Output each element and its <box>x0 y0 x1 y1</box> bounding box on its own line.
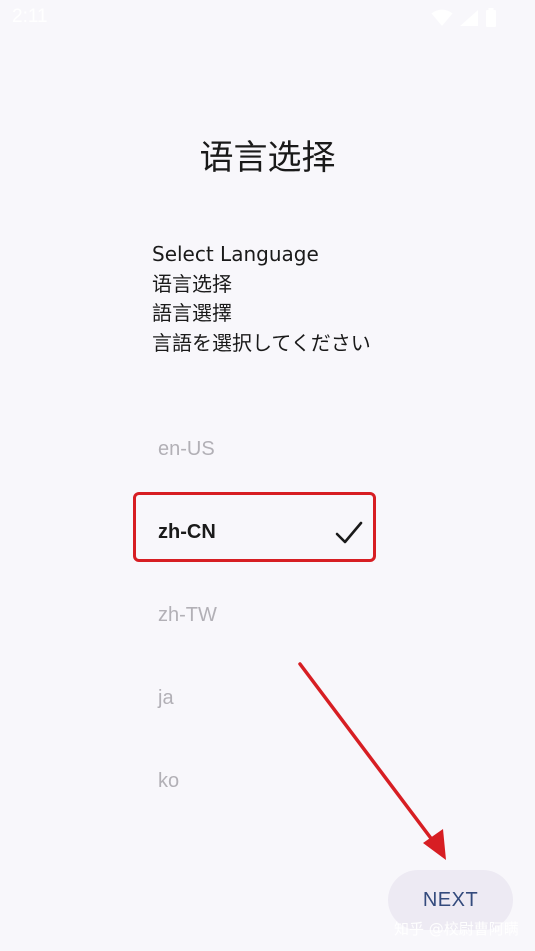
language-prompt: Select Language 语言选择 語言選擇 言語を選択してください <box>152 240 371 358</box>
wifi-icon <box>431 9 453 26</box>
prompt-line-japanese: 言語を選択してください <box>152 330 371 355</box>
language-label: zh-TW <box>158 604 217 626</box>
selection-highlight-annotation <box>133 492 376 562</box>
language-option-zh-tw[interactable]: zh-TW <box>132 574 377 657</box>
status-bar: 2:11 <box>0 0 535 36</box>
language-option-ja[interactable]: ja <box>132 657 377 740</box>
language-option-ko[interactable]: ko <box>132 740 377 823</box>
watermark: 知乎 @校尉曹阿瞒 <box>394 920 519 938</box>
signal-icon <box>460 10 478 26</box>
status-icons <box>431 8 497 28</box>
language-option-en-us[interactable]: en-US <box>132 408 377 491</box>
language-label: en-US <box>158 438 215 460</box>
page-title: 语言选择 <box>199 138 336 178</box>
battery-icon <box>486 8 496 27</box>
language-list: en-US zh-CN zh-TW ja ko <box>132 408 377 823</box>
prompt-line-simplified-chinese: 语言选择 <box>152 271 232 296</box>
status-time: 2:11 <box>12 6 48 27</box>
prompt-line-traditional-chinese: 語言選擇 <box>152 301 232 325</box>
prompt-line-english: Select Language <box>152 242 319 266</box>
language-label: ko <box>158 770 180 792</box>
language-label: ja <box>158 687 174 709</box>
